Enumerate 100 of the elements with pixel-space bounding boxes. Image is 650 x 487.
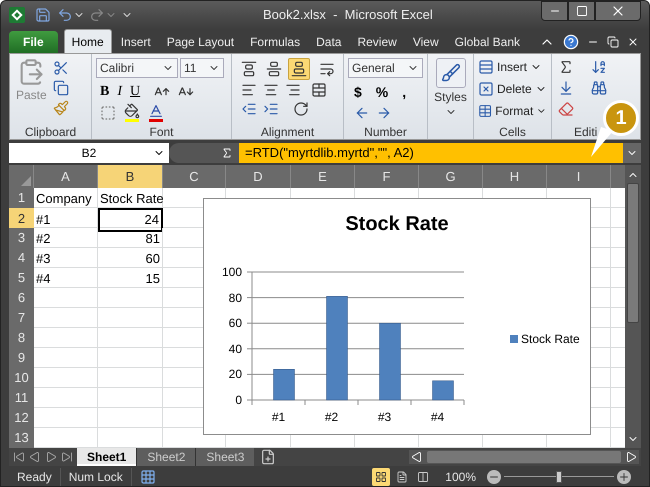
- close-icon[interactable]: [627, 36, 639, 48]
- cells-icon[interactable]: [478, 103, 492, 119]
- font-size-field[interactable]: 11: [180, 58, 224, 78]
- eraser-icon[interactable]: [558, 101, 574, 117]
- zoom-slider[interactable]: [504, 470, 614, 484]
- cells-button[interactable]: Insert: [478, 58, 547, 76]
- column-header[interactable]: I: [547, 165, 611, 188]
- copy-icon[interactable]: [52, 80, 69, 96]
- number-style-button[interactable]: $: [354, 82, 362, 103]
- expand-formula-button[interactable]: [623, 143, 641, 163]
- row-header[interactable]: 10: [9, 368, 34, 388]
- cells-icon[interactable]: [478, 59, 494, 75]
- row-header[interactable]: 9: [9, 348, 34, 368]
- column-header[interactable]: D: [226, 165, 291, 188]
- scroll-thumb[interactable]: [627, 183, 639, 323]
- excel-logo-icon[interactable]: [9, 7, 25, 23]
- view-button[interactable]: [372, 468, 390, 486]
- row-header[interactable]: 13: [9, 428, 34, 448]
- ribbon-tab[interactable]: View: [406, 31, 446, 53]
- view-icon[interactable]: [375, 471, 388, 483]
- ribbon-tab[interactable]: Page Layout: [160, 31, 242, 53]
- align-center-icon[interactable]: [263, 82, 279, 98]
- ribbon-tab[interactable]: Data: [309, 31, 348, 53]
- scroll-left-icon[interactable]: [411, 451, 423, 463]
- help-icon[interactable]: [563, 34, 579, 50]
- first-sheet-icon[interactable]: [13, 451, 25, 463]
- previous-sheet-icon[interactable]: [29, 451, 41, 463]
- row-header[interactable]: 3: [9, 228, 34, 248]
- ribbon-tab[interactable]: File: [9, 31, 58, 53]
- row-header[interactable]: 7: [9, 308, 34, 328]
- view-icon[interactable]: [417, 471, 430, 483]
- font-name-field[interactable]: Calibri: [96, 58, 178, 78]
- sheet-cell[interactable]: 81: [98, 228, 163, 248]
- sheet-tab[interactable]: Sheet2: [136, 448, 196, 466]
- cells-button[interactable]: Delete: [478, 80, 547, 98]
- sheet-cell[interactable]: #4: [34, 268, 98, 288]
- restore-icon[interactable]: [576, 5, 588, 17]
- row-header[interactable]: 4: [9, 248, 34, 268]
- borders-icon[interactable]: [100, 104, 116, 120]
- scroll-thumb[interactable]: [427, 451, 621, 463]
- wrap-text-icon[interactable]: [319, 61, 335, 77]
- column-header[interactable]: H: [483, 165, 547, 188]
- restore-button[interactable]: [568, 1, 595, 21]
- row-header[interactable]: 5: [9, 268, 34, 288]
- font-style-button[interactable]: B: [100, 81, 110, 102]
- scissors-icon[interactable]: [52, 60, 69, 76]
- horizontal-scrollbar[interactable]: [409, 450, 639, 464]
- sort-icon[interactable]: [591, 59, 607, 75]
- save-icon[interactable]: [35, 7, 51, 23]
- align-right-icon[interactable]: [285, 82, 301, 98]
- close-button[interactable]: [595, 1, 641, 21]
- scroll-right-icon[interactable]: [625, 451, 637, 463]
- zoom-thumb[interactable]: [556, 471, 562, 483]
- next-sheet-icon[interactable]: [45, 451, 57, 463]
- formula-field[interactable]: =RTD("myrtdlib.myrtd","", A2): [239, 143, 623, 163]
- row-header[interactable]: 1: [9, 188, 34, 208]
- cells-button[interactable]: Format: [478, 102, 547, 120]
- number-style-button[interactable]: ,: [402, 82, 406, 103]
- font-style-button[interactable]: I: [117, 81, 122, 102]
- column-header[interactable]: C: [163, 165, 226, 188]
- ribbon-tab[interactable]: Insert: [114, 31, 158, 53]
- column-header[interactable]: G: [419, 165, 483, 188]
- last-sheet-icon[interactable]: [61, 451, 73, 463]
- insert-sheet-icon[interactable]: [260, 449, 276, 465]
- ribbon-tab[interactable]: Home: [64, 29, 112, 53]
- find-icon[interactable]: [591, 80, 607, 96]
- sheet-cell[interactable]: Company: [34, 188, 98, 208]
- ribbon-tab[interactable]: Review: [350, 31, 404, 53]
- sheet-cell[interactable]: Stock Rate: [98, 188, 163, 208]
- column-header[interactable]: B: [98, 165, 163, 188]
- font-style-button[interactable]: U: [130, 81, 140, 102]
- sheet-cell[interactable]: 24: [98, 208, 163, 232]
- undo-icon[interactable]: [57, 7, 73, 23]
- increase-indent-icon[interactable]: [263, 101, 279, 117]
- decrease-indent-icon[interactable]: [241, 101, 257, 117]
- format-painter-icon[interactable]: [52, 100, 69, 116]
- cells-icon[interactable]: [478, 81, 494, 97]
- number-format-field[interactable]: General: [348, 58, 423, 78]
- font-color-icon[interactable]: [148, 103, 164, 119]
- row-header[interactable]: 11: [9, 388, 34, 408]
- view-icon[interactable]: [396, 471, 408, 483]
- row-header[interactable]: 6: [9, 288, 34, 308]
- redo-icon[interactable]: [89, 7, 105, 23]
- sheet-cell[interactable]: #2: [34, 228, 98, 248]
- sheet-cell[interactable]: 60: [98, 248, 163, 268]
- sheet-cell[interactable]: 15: [98, 268, 163, 288]
- align-left-icon[interactable]: [241, 82, 257, 98]
- column-header[interactable]: E: [291, 165, 355, 188]
- ribbon-tab[interactable]: Formulas: [243, 31, 308, 53]
- restore-icon[interactable]: [607, 36, 619, 48]
- fill-color-icon[interactable]: [124, 103, 140, 119]
- number-style-button[interactable]: %: [376, 82, 388, 103]
- name-box[interactable]: B2: [9, 143, 169, 163]
- sheet-tab[interactable]: Sheet3: [195, 448, 254, 466]
- column-header[interactable]: F: [355, 165, 419, 188]
- ribbon-tab[interactable]: Global Bank: [448, 31, 527, 53]
- sheet-tab[interactable]: Sheet1: [77, 448, 136, 466]
- row-header[interactable]: 12: [9, 408, 34, 428]
- vertical-scrollbar[interactable]: [625, 165, 641, 448]
- row-header[interactable]: 8: [9, 328, 34, 348]
